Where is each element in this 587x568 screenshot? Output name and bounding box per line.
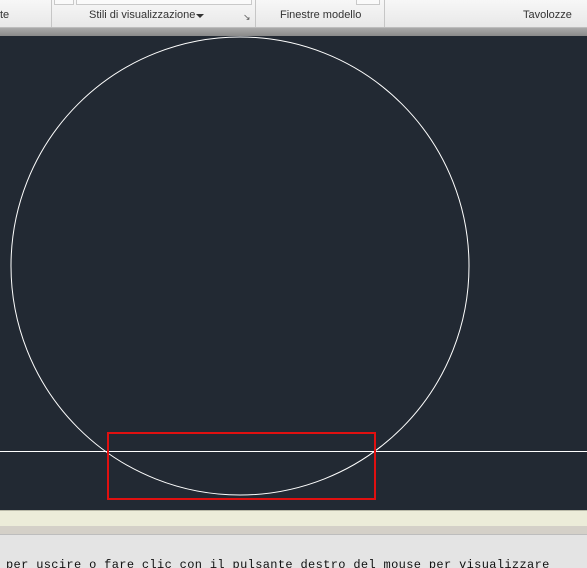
circle-entity[interactable] — [10, 36, 470, 496]
command-prompt-text: per uscire o fare clic con il pulsante d… — [6, 558, 550, 568]
panel-label-partial[interactable]: te — [0, 8, 9, 22]
dropdown-arrow-icon[interactable] — [196, 14, 204, 18]
panel-label-model-viewports[interactable]: Finestre modello — [280, 8, 361, 22]
ribbon: te Stili di visualizzazione ↘ Finestre m… — [0, 0, 587, 28]
status-strip — [0, 510, 587, 526]
dialog-launcher-icon[interactable]: ↘ — [243, 12, 251, 22]
highlight-rectangle — [107, 432, 376, 500]
panel-separator — [255, 0, 256, 27]
ribbon-control-sliver[interactable] — [54, 0, 74, 5]
command-line[interactable]: per uscire o fare clic con il pulsante d… — [0, 534, 587, 568]
command-line-gap — [0, 526, 587, 534]
panel-separator — [384, 0, 385, 27]
panel-label-visual-styles[interactable]: Stili di visualizzazione — [89, 8, 195, 22]
ribbon-dropdown-sliver[interactable] — [76, 0, 252, 5]
drawing-canvas[interactable] — [0, 36, 587, 510]
panel-separator — [51, 0, 52, 27]
ribbon-divider-band — [0, 28, 587, 36]
panel-label-palettes[interactable]: Tavolozze — [523, 8, 572, 22]
drawing-area[interactable] — [0, 36, 587, 510]
ribbon-button-sliver[interactable] — [356, 0, 380, 5]
